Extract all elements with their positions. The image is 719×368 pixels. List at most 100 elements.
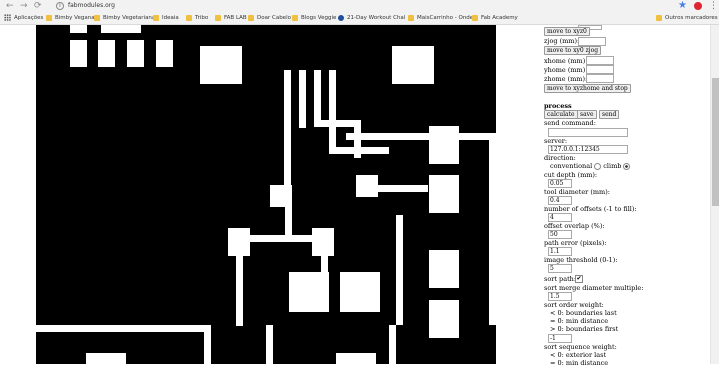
pcb-trace [36, 325, 211, 332]
bookmark-item[interactable]: 21-Day Workout Chal [338, 12, 405, 24]
menu-icon[interactable]: ⋮ [709, 0, 718, 12]
pcb-pad [336, 353, 376, 364]
pcb-pad [270, 185, 292, 207]
cut-depth-field[interactable]: 0.05 [548, 179, 572, 188]
pcb-pad [70, 25, 87, 33]
climb-label: climb [603, 162, 622, 170]
tool-diameter-field[interactable]: 0.4 [548, 196, 572, 205]
sort-path-checkbox[interactable]: ✔ [575, 275, 583, 283]
bookmark-item[interactable]: Fab Academy [472, 12, 518, 24]
bookmark-icon [186, 14, 192, 21]
bookmark-label: Outros marcadores [665, 15, 718, 21]
bookmark-icon [472, 14, 478, 21]
page-scrollbar[interactable] [710, 25, 719, 364]
pcb-pad [127, 40, 144, 67]
bookmark-label: Aplicações [14, 15, 44, 21]
sort-path-label: sort path: [544, 275, 577, 283]
send-command-label: send command: [544, 119, 596, 127]
bookmark-label: FAB LAB [224, 15, 247, 21]
pcb-pad [429, 250, 459, 288]
pcb-trace [266, 325, 273, 364]
bookmark-icon [292, 14, 298, 21]
bookmark-item[interactable]: Ideaia [153, 12, 179, 24]
scrollbar-thumb[interactable] [712, 78, 719, 206]
url-text: fabmodules.org [68, 2, 115, 9]
pcb-trace [284, 70, 291, 185]
pcb-trace [346, 133, 496, 140]
move-xy0-zjog-button[interactable]: move to xy0 zjog [544, 46, 602, 55]
order-weight-field[interactable]: -1 [548, 334, 572, 343]
threshold-field[interactable]: 5 [548, 264, 572, 273]
pcb-trace [378, 185, 428, 192]
conventional-radio[interactable] [594, 162, 602, 170]
control-panel: move to xyz0 zjog (mm): move to xy0 zjog… [540, 25, 710, 367]
pcb-pad [429, 175, 459, 213]
bookmark-item[interactable]: Doar Cabelo [248, 12, 291, 24]
bookmark-item[interactable]: Tribo [186, 12, 208, 24]
bookmark-label: Doar Cabelo [257, 15, 291, 21]
info-icon[interactable]: i [56, 1, 64, 10]
bookmark-label: Fab Academy [481, 15, 518, 21]
pcb-image [36, 25, 521, 364]
send-button[interactable]: send [599, 110, 620, 119]
reload-button[interactable]: ⟳ [34, 1, 42, 11]
address-row: ← → ⟳ i fabmodules.org ★ ⋮ [0, 0, 719, 12]
opera-icon[interactable] [694, 2, 702, 10]
bookmarks-bar: Aplicações Bimby Vegana Bimby Vegetarian… [0, 12, 719, 24]
climb-radio[interactable] [623, 162, 631, 170]
zjog-field[interactable] [578, 37, 606, 46]
pcb-pad [70, 40, 87, 67]
pcb-trace [389, 325, 396, 364]
forward-button[interactable]: → [20, 1, 28, 11]
bookmark-label: Bimby Vegana [55, 15, 95, 21]
bookmark-item[interactable]: MaisCarrinho - Onde [408, 12, 473, 24]
pcb-pad [98, 40, 115, 67]
bookmark-other[interactable]: Outros marcadores [656, 12, 718, 24]
address-bar[interactable]: i fabmodules.org [56, 1, 676, 11]
save-button[interactable]: save [577, 110, 597, 119]
overlap-field[interactable]: 50 [548, 230, 572, 239]
pcb-pad [392, 46, 434, 84]
move-home-button[interactable]: move to xyzhome and stop [544, 84, 631, 93]
pcb-pad [289, 272, 329, 312]
pcb-pad [340, 272, 380, 312]
zhome-field[interactable] [586, 74, 614, 83]
browser-chrome: ← → ⟳ i fabmodules.org ★ ⋮ Aplicações Bim… [0, 0, 719, 25]
server-field[interactable]: 127.0.0.1:12345 [548, 145, 628, 154]
pcb-trace [314, 70, 321, 126]
bookmark-apps[interactable]: Aplicações [4, 12, 43, 24]
zhome-label: zhome (mm): [544, 75, 588, 83]
conventional-label: conventional [550, 162, 593, 170]
pcb-pad [156, 40, 173, 67]
pcb-pad [200, 46, 242, 84]
bookmark-label: MaisCarrinho - Onde [417, 15, 474, 21]
site-icon [338, 14, 344, 21]
bookmark-item[interactable]: Blogs Veggie [292, 12, 336, 24]
calculate-button[interactable]: calculate [544, 110, 578, 119]
pcb-pad [312, 228, 334, 256]
bookmark-icon [215, 14, 221, 21]
bookmark-item[interactable]: FAB LAB [215, 12, 247, 24]
pcb-trace [250, 235, 312, 242]
pcb-pad [429, 126, 459, 164]
pcb-trace [321, 256, 328, 272]
back-button[interactable]: ← [6, 1, 14, 11]
bookmark-icon [94, 14, 100, 21]
folder-icon [656, 14, 662, 21]
bookmark-item[interactable]: Bimby Vegetariana [94, 12, 155, 24]
move-xyz0-button[interactable]: move to xyz0 [544, 27, 590, 36]
pcb-trace [489, 133, 496, 325]
path-error-field[interactable]: 1.1 [548, 247, 572, 256]
bookmark-star-icon[interactable]: ★ [678, 0, 687, 12]
merge-field[interactable]: 1.5 [548, 292, 572, 301]
send-command-field[interactable] [548, 128, 628, 137]
bookmark-label: Tribo [195, 15, 209, 21]
bookmark-label: 21-Day Workout Chal [347, 15, 406, 21]
bookmark-item[interactable]: Bimby Vegana [46, 12, 95, 24]
pcb-trace [329, 70, 336, 152]
yhome-field[interactable] [586, 65, 614, 74]
direction-options: conventional climb [550, 162, 631, 171]
offsets-field[interactable]: 4 [548, 213, 572, 222]
xhome-field[interactable] [586, 56, 614, 65]
pcb-pad [86, 353, 126, 364]
